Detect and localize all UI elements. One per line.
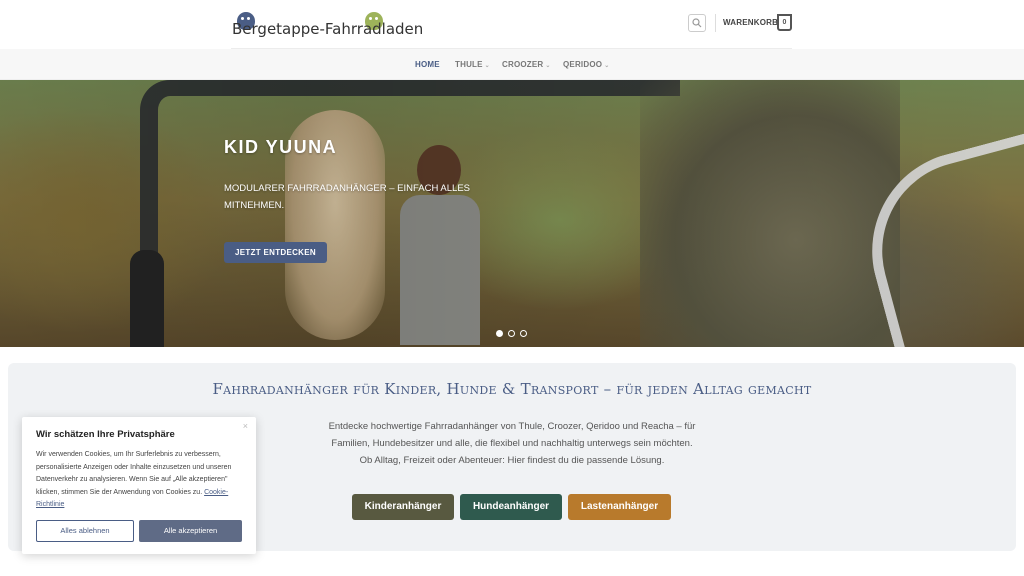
site-header: Bergetappe-Fahrradladen WARENKORB 0 [0,0,1024,49]
section-text: Entdecke hochwertige Fahrradanhänger von… [312,418,712,469]
hundeanhaenger-button[interactable]: Hundeanhänger [460,494,562,520]
search-button[interactable] [688,14,706,32]
slider-dots [496,330,527,337]
header-divider [715,14,716,32]
site-logo[interactable]: Bergetappe-Fahrradladen [231,10,423,40]
chevron-down-icon: ⌄ [545,63,551,69]
nav-item-thule[interactable]: THULE ⌄ [455,60,490,69]
close-icon[interactable]: × [243,421,248,431]
nav-item-qeridoo[interactable]: QERIDOO ⌄ [563,60,609,69]
slider-dot-2[interactable] [508,330,515,337]
cookie-consent-dialog: × Wir schätzen Ihre Privatsphäre Wir ver… [22,417,256,554]
decline-all-button[interactable]: Alles ablehnen [36,520,134,542]
hero-slider[interactable]: KID YUUNA MODULARER FAHRRADANHÄNGER – EI… [0,80,1024,347]
chevron-down-icon: ⌄ [604,63,610,69]
kinderanhaenger-button[interactable]: Kinderanhänger [352,494,454,520]
section-text-line1: Entdecke hochwertige Fahrradanhänger von… [328,421,696,449]
slider-dot-3[interactable] [520,330,527,337]
main-nav: HOME THULE ⌄ CROOZER ⌄ QERIDOO ⌄ [0,49,1024,80]
nav-item-croozer[interactable]: CROOZER ⌄ [502,60,551,69]
logo-text: Bergetappe-Fahrradladen [232,20,424,38]
slider-dot-1[interactable] [496,330,503,337]
cart-count-badge[interactable]: 0 [777,14,792,31]
hero-cta-button[interactable]: JETZT ENTDECKEN [224,242,327,263]
section-title: Fahrradanhänger für Kinder, Hunde & Tran… [212,380,812,398]
cookie-title: Wir schätzen Ihre Privatsphäre [36,429,175,440]
nav-item-home[interactable]: HOME [415,60,440,69]
accept-all-button[interactable]: Alle akzeptieren [139,520,242,542]
lastenanhaenger-button[interactable]: Lastenanhänger [568,494,671,520]
cookie-text: Wir verwenden Cookies, um Ihr Surferlebn… [36,451,232,508]
hero-subtitle: MODULARER FAHRRADANHÄNGER – EINFACH ALLE… [224,183,471,211]
search-icon [692,18,702,28]
chevron-down-icon: ⌄ [484,63,490,69]
cart-link[interactable]: WARENKORB [723,18,778,27]
section-text-line2: Ob Alltag, Freizeit oder Abenteuer: Hier… [359,455,665,466]
hero-title: KID YUUNA [224,137,338,157]
